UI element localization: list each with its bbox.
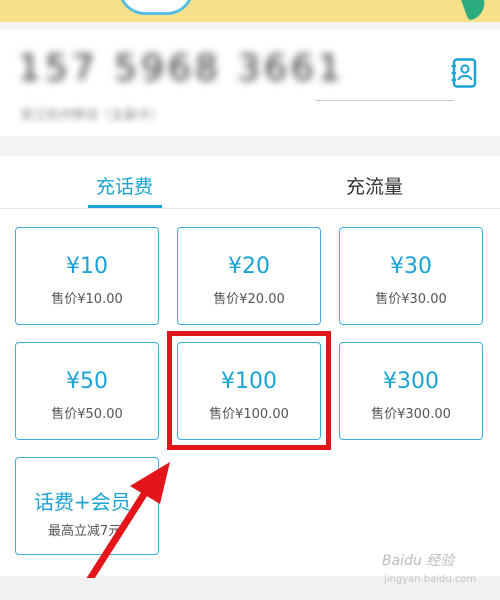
top-banner [0,0,500,22]
amount-tile-10[interactable]: ¥10 售价¥10.00 [15,227,159,325]
tile-price: 售价¥10.00 [51,292,123,307]
banner-leaf-illustration [460,0,490,22]
banner-cloud-illustration [118,0,194,15]
amount-tile-20[interactable]: ¥20 售价¥20.00 [177,227,321,325]
tile-price: 售价¥30.00 [375,292,447,307]
tile-amount: ¥100 [221,369,277,394]
tile-amount: ¥50 [66,369,108,394]
phone-carrier-info: 浙江杭州移动（主副卡） [20,108,164,123]
phone-number-input[interactable]: 157 5968 3661 [18,48,345,89]
tile-amount: 话费+会员 [34,490,131,514]
tab-recharge-data[interactable]: 充流量 [346,172,403,199]
combo-membership-tile[interactable]: 话费+会员 最高立减7元 [15,457,159,555]
tab-recharge-credit[interactable]: 充话费 [96,172,153,199]
contacts-icon[interactable] [451,58,477,88]
amount-tile-30[interactable]: ¥30 售价¥30.00 [339,227,483,325]
tile-amount: ¥10 [66,254,108,279]
watermark-url: jingyan.baidu.com [384,574,477,585]
tile-price: 最高立减7元 [48,524,122,539]
tile-price: 售价¥50.00 [51,407,123,422]
amount-tile-50[interactable]: ¥50 售价¥50.00 [15,342,159,440]
phone-input-underline [315,100,454,101]
tile-price: 售价¥300.00 [371,407,451,422]
watermark: Baidu 经验 [382,553,455,569]
tile-price: 售价¥20.00 [213,292,285,307]
tile-amount: ¥30 [390,254,432,279]
tile-amount: ¥20 [228,254,270,279]
tile-amount: ¥300 [383,369,439,394]
amount-tile-100[interactable]: ¥100 售价¥100.00 [177,342,321,440]
amount-tile-300[interactable]: ¥300 售价¥300.00 [339,342,483,440]
tabs-divider [0,208,500,209]
tile-price: 售价¥100.00 [209,407,289,422]
